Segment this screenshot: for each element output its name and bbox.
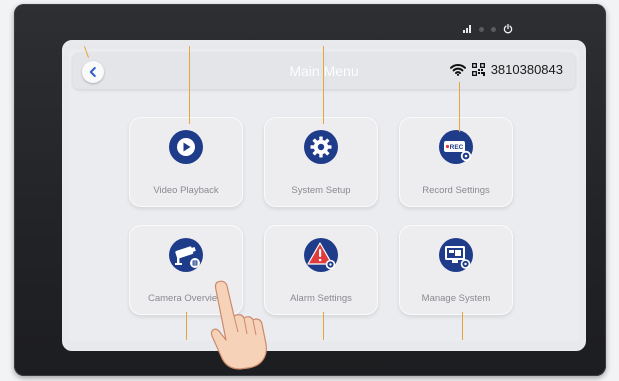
signal-icon bbox=[463, 25, 471, 33]
tile-manage-system[interactable]: Manage System bbox=[399, 225, 513, 315]
callout-line bbox=[459, 82, 460, 132]
led-dot bbox=[491, 26, 496, 32]
tile-system-setup[interactable]: System Setup bbox=[264, 117, 378, 207]
tile-label: Manage System bbox=[421, 293, 491, 304]
touch-screen: Main Menu 3810380843 Video Playback Syst… bbox=[69, 49, 579, 341]
callout-line bbox=[323, 312, 324, 340]
alarm-settings-icon bbox=[304, 238, 338, 272]
led-dot bbox=[479, 26, 484, 32]
tile-label: Record Settings bbox=[422, 185, 490, 196]
qr-code-icon[interactable] bbox=[471, 63, 485, 76]
status-area: 3810380843 bbox=[449, 62, 563, 77]
callout-line bbox=[323, 46, 324, 124]
power-icon[interactable] bbox=[503, 24, 513, 34]
callout-line bbox=[186, 312, 187, 340]
wifi-icon bbox=[449, 63, 466, 76]
rec-badge: REC bbox=[450, 144, 464, 151]
tile-label: Video Playback bbox=[153, 185, 219, 196]
camera-settings-icon bbox=[169, 238, 203, 272]
tile-label: System Setup bbox=[291, 185, 351, 196]
tile-alarm-settings[interactable]: Alarm Settings bbox=[264, 225, 378, 315]
tile-video-playback[interactable]: Video Playback bbox=[129, 117, 243, 207]
gear-icon bbox=[304, 130, 338, 164]
tile-record-settings[interactable]: REC Record Settings bbox=[399, 117, 513, 207]
device-id: 3810380843 bbox=[490, 62, 563, 77]
header-bar: Main Menu 3810380843 bbox=[73, 53, 575, 89]
callout-line bbox=[462, 312, 463, 340]
rec-settings-icon: REC bbox=[439, 130, 473, 164]
pointing-hand-icon bbox=[210, 280, 267, 370]
callout-line bbox=[189, 46, 190, 124]
device-indicators bbox=[463, 24, 513, 34]
tile-label: Alarm Settings bbox=[290, 293, 352, 304]
manage-system-icon bbox=[439, 238, 473, 272]
play-icon bbox=[169, 130, 203, 164]
